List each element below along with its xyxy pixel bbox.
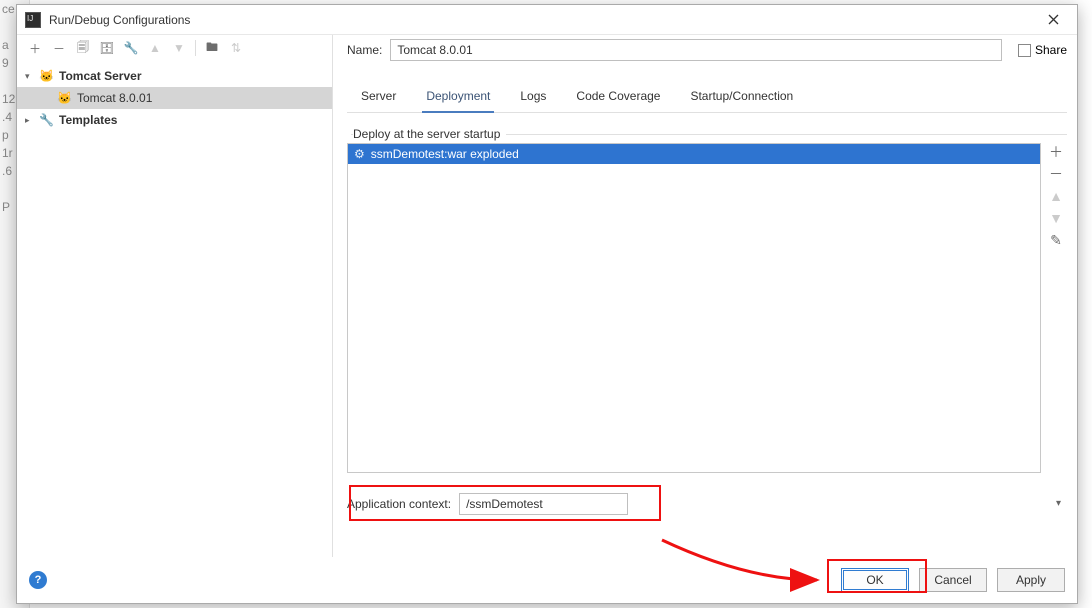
application-context-input[interactable] <box>459 493 628 515</box>
tab-deployment[interactable]: Deployment <box>422 83 494 113</box>
config-toolbar: ＋ － 🗐 🗄 🔧 ▲ ▼ 🖿 ⇅ <box>17 35 332 61</box>
artifact-label: ssmDemotest:war exploded <box>371 147 519 161</box>
dialog-body: ＋ － 🗐 🗄 🔧 ▲ ▼ 🖿 ⇅ ▾ 🐱 Tomcat Server 🐱 <box>17 35 1077 557</box>
copy-config-button[interactable]: 🗐 <box>73 38 93 58</box>
tabs: Server Deployment Logs Code Coverage Sta… <box>347 83 1067 113</box>
tree-node-tomcat-instance[interactable]: 🐱 Tomcat 8.0.01 <box>17 87 332 109</box>
name-label: Name: <box>347 43 382 57</box>
wrench-icon: 🔧 <box>39 113 55 127</box>
application-context-row: Application context: ▾ <box>347 491 1067 517</box>
deploy-side-toolbar: ＋ － ▲ ▼ ✎ <box>1045 143 1067 473</box>
titlebar: Run/Debug Configurations <box>17 5 1077 35</box>
add-config-button[interactable]: ＋ <box>25 38 45 58</box>
app-icon <box>25 12 41 28</box>
tab-code-coverage[interactable]: Code Coverage <box>572 83 664 112</box>
tree-node-templates[interactable]: ▸ 🔧 Templates <box>17 109 332 131</box>
deploy-section: ⚙ ssmDemotest:war exploded ＋ － ▲ ▼ ✎ <box>347 143 1067 473</box>
share-label: Share <box>1035 43 1067 57</box>
add-artifact-button[interactable]: ＋ <box>1047 143 1065 161</box>
move-down-button[interactable]: ▼ <box>169 38 189 58</box>
config-tree[interactable]: ▾ 🐱 Tomcat Server 🐱 Tomcat 8.0.01 ▸ 🔧 Te… <box>17 61 332 557</box>
name-row: Name: Share <box>347 37 1067 63</box>
tab-server[interactable]: Server <box>357 83 400 112</box>
tomcat-local-icon: 🐱 <box>57 91 73 105</box>
expander-icon[interactable]: ▸ <box>25 115 35 126</box>
right-pane: Name: Share Server Deployment Logs Code … <box>333 35 1077 557</box>
move-artifact-down-button[interactable]: ▼ <box>1047 209 1065 227</box>
share-checkbox[interactable] <box>1018 44 1031 57</box>
move-artifact-up-button[interactable]: ▲ <box>1047 187 1065 205</box>
left-pane: ＋ － 🗐 🗄 🔧 ▲ ▼ 🖿 ⇅ ▾ 🐱 Tomcat Server 🐱 <box>17 35 333 557</box>
run-debug-config-dialog: Run/Debug Configurations ＋ － 🗐 🗄 🔧 ▲ ▼ 🖿… <box>16 4 1078 604</box>
edit-artifact-button[interactable]: ✎ <box>1047 231 1065 249</box>
remove-artifact-button[interactable]: － <box>1047 165 1065 183</box>
deploy-legend: Deploy at the server startup <box>351 127 1067 141</box>
artifact-item[interactable]: ⚙ ssmDemotest:war exploded <box>348 144 1040 164</box>
tree-node-tomcat-server[interactable]: ▾ 🐱 Tomcat Server <box>17 65 332 87</box>
tab-logs[interactable]: Logs <box>516 83 550 112</box>
cancel-button[interactable]: Cancel <box>919 568 987 592</box>
name-input[interactable] <box>390 39 1002 61</box>
sort-button[interactable]: ⇅ <box>226 38 246 58</box>
apply-button[interactable]: Apply <box>997 568 1065 592</box>
remove-config-button[interactable]: － <box>49 38 69 58</box>
move-up-button[interactable]: ▲ <box>145 38 165 58</box>
ok-button[interactable]: OK <box>841 568 909 592</box>
save-config-button[interactable]: 🗄 <box>97 38 117 58</box>
tree-label: Tomcat Server <box>59 69 141 83</box>
chevron-down-icon[interactable]: ▾ <box>1056 498 1061 509</box>
tree-label: Tomcat 8.0.01 <box>77 91 152 105</box>
share-checkbox-group[interactable]: Share <box>1018 43 1067 57</box>
application-context-label: Application context: <box>347 497 451 511</box>
expander-icon[interactable]: ▾ <box>25 71 35 82</box>
tree-label: Templates <box>59 113 117 127</box>
help-button[interactable]: ? <box>29 571 47 589</box>
tab-startup-connection[interactable]: Startup/Connection <box>686 83 797 112</box>
deploy-artifact-list[interactable]: ⚙ ssmDemotest:war exploded <box>347 143 1041 473</box>
dialog-footer: ? OK Cancel Apply <box>17 557 1077 603</box>
folder-button[interactable]: 🖿 <box>202 38 222 58</box>
dialog-title: Run/Debug Configurations <box>49 13 1033 27</box>
edit-defaults-button[interactable]: 🔧 <box>121 38 141 58</box>
close-button[interactable] <box>1033 6 1073 34</box>
separator <box>195 40 196 56</box>
tomcat-icon: 🐱 <box>39 69 55 83</box>
artifact-icon: ⚙ <box>354 147 365 161</box>
